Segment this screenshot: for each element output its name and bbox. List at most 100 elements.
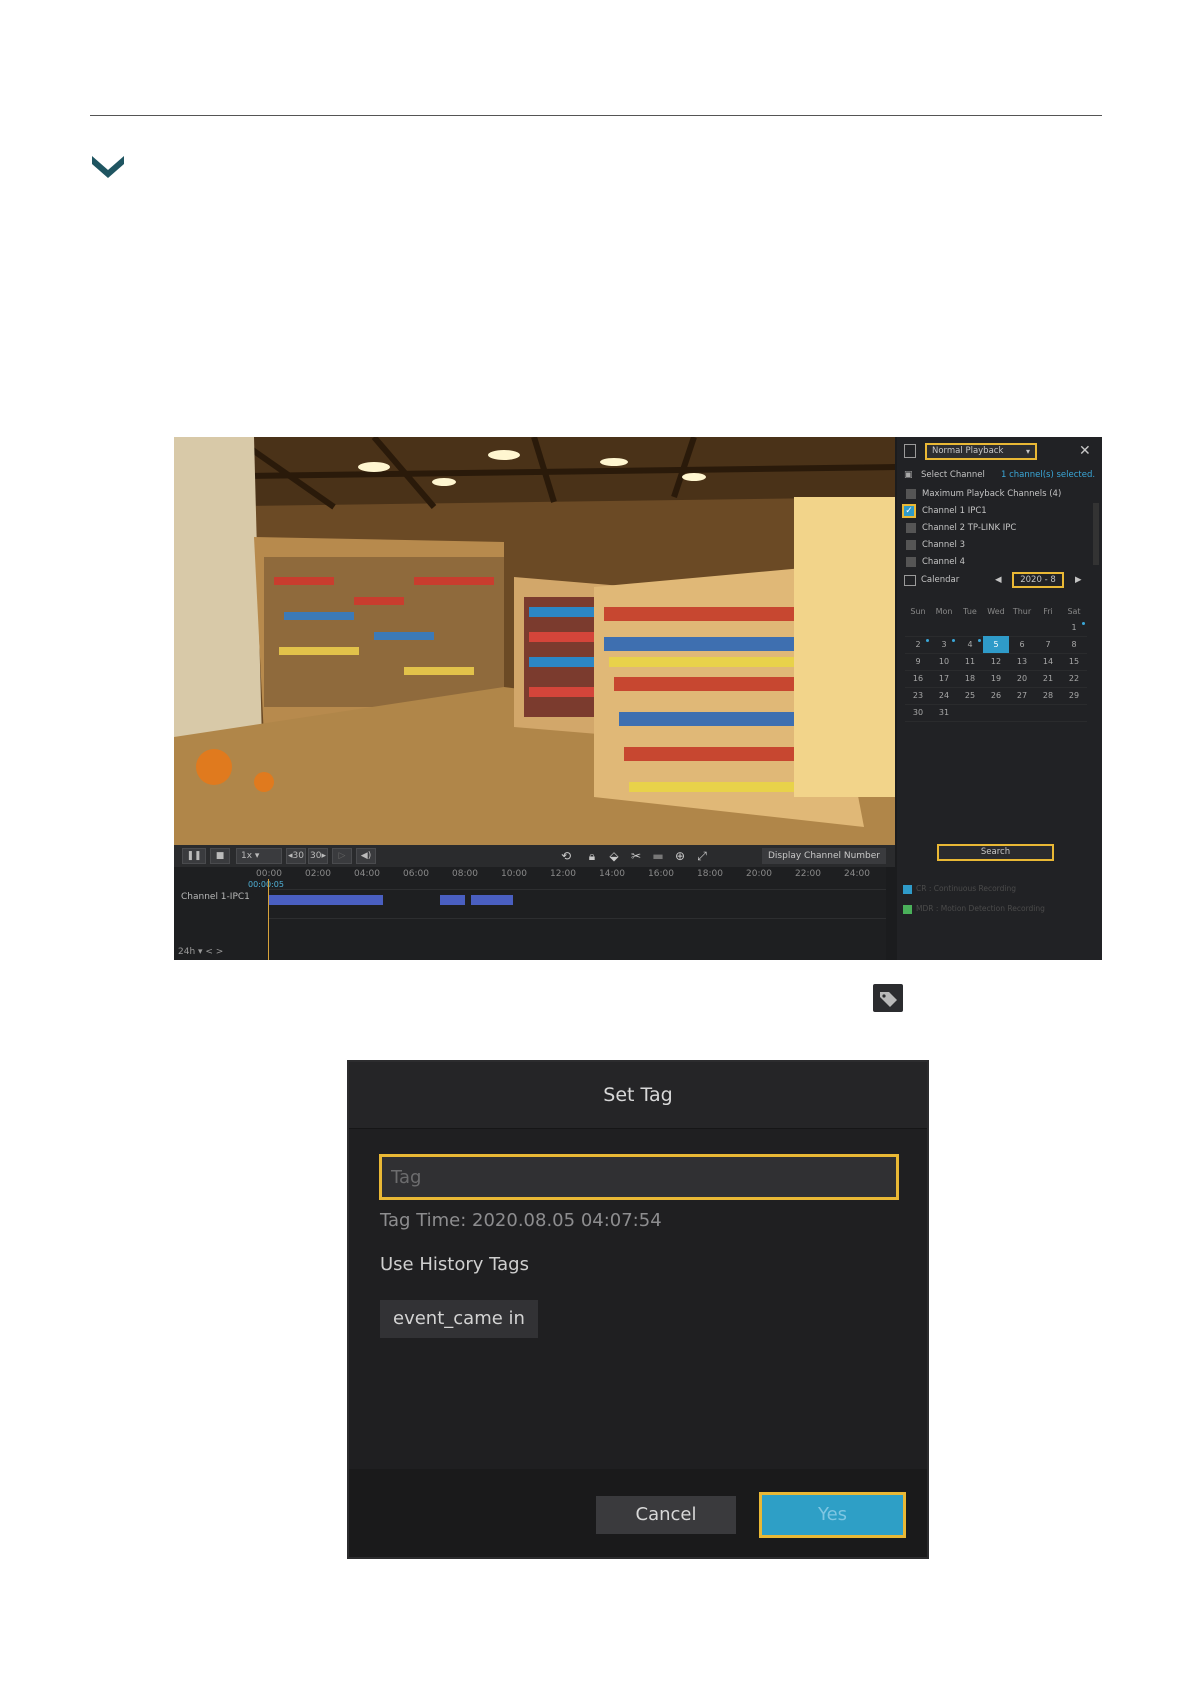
- speed-select[interactable]: 1x ▾: [236, 848, 282, 864]
- legend-motion: MDR : Motion Detection Recording: [903, 904, 1045, 914]
- recording-indicator-dot: [926, 639, 929, 642]
- recording-segment[interactable]: [440, 895, 465, 905]
- search-button[interactable]: Search: [937, 844, 1054, 861]
- channel-label: Channel 4: [922, 557, 966, 567]
- calendar-empty-cell: [1035, 704, 1061, 722]
- calendar-day[interactable]: 5: [983, 636, 1009, 654]
- fullscreen-icon[interactable]: ⤢: [694, 848, 710, 864]
- timeline-tick: 12:00: [550, 869, 576, 879]
- month-display[interactable]: 2020 - 8: [1012, 572, 1064, 588]
- display-channel-number-button[interactable]: Display Channel Number: [762, 848, 886, 864]
- calendar-day[interactable]: 14: [1035, 653, 1061, 671]
- recording-indicator-dot: [1082, 622, 1085, 625]
- timeline-tick: 10:00: [501, 869, 527, 879]
- skip-forward-button[interactable]: 30▸: [308, 848, 328, 864]
- calendar-day[interactable]: 17: [931, 670, 957, 688]
- dropdown-arrow-icon: ▾: [1025, 447, 1030, 456]
- video-view[interactable]: [174, 437, 895, 845]
- timeline-tick: 08:00: [452, 869, 478, 879]
- prev-month-icon[interactable]: ◀: [995, 575, 1002, 585]
- calendar-day[interactable]: 28: [1035, 687, 1061, 705]
- calendar-day[interactable]: 26: [983, 687, 1009, 705]
- timeline-track[interactable]: [269, 889, 886, 919]
- calendar-day[interactable]: 27: [1009, 687, 1035, 705]
- zoom-icon[interactable]: ⊕: [672, 848, 688, 864]
- calendar-empty-cell: [1009, 704, 1035, 722]
- calendar-day[interactable]: 8: [1061, 636, 1087, 654]
- checkbox[interactable]: [906, 523, 916, 533]
- tag-icon: [873, 984, 903, 1012]
- weekday-header: Wed: [987, 607, 1005, 616]
- calendar-empty-cell: [983, 619, 1009, 637]
- legend-label: MDR : Motion Detection Recording: [916, 904, 1045, 913]
- header-rule: [90, 115, 1102, 116]
- channel-scrollbar[interactable]: [1093, 503, 1099, 565]
- history-tags-label: Use History Tags: [380, 1254, 529, 1275]
- timeline-tick: 24:00: [844, 869, 870, 879]
- checkbox[interactable]: [906, 540, 916, 550]
- calendar-day[interactable]: 31: [931, 704, 957, 722]
- weekday-header: Thur: [1012, 607, 1032, 616]
- calendar-day[interactable]: 11: [957, 653, 983, 671]
- calendar-day[interactable]: 9: [905, 653, 931, 671]
- scissors-icon[interactable]: ✂: [628, 848, 644, 864]
- calendar-day[interactable]: 7: [1035, 636, 1061, 654]
- timeline-channel-label: Channel 1-IPC1: [181, 892, 250, 902]
- timeline-tick: 00:00: [256, 869, 282, 879]
- folder-icon[interactable]: ▬: [650, 848, 666, 864]
- calendar-day[interactable]: 6: [1009, 636, 1035, 654]
- timeline-tick: 22:00: [795, 869, 821, 879]
- pause-button[interactable]: ❚❚: [182, 848, 206, 864]
- calendar-day[interactable]: 13: [1009, 653, 1035, 671]
- timeline[interactable]: 00:00 02:00 04:00 06:00 08:00 10:00 12:0…: [174, 867, 886, 960]
- calendar-day[interactable]: 19: [983, 670, 1009, 688]
- legend-continuous: CR : Continuous Recording: [903, 884, 1016, 894]
- playback-toolbar: ❚❚ ■ 1x ▾ ◂30 30▸ ▷ ◀) ⟲ 🔒︎ ⬙ ✂ ▬ ⊕ ⤢ Di…: [174, 845, 895, 867]
- recording-indicator-dot: [952, 639, 955, 642]
- timeline-tick: 06:00: [403, 869, 429, 879]
- sync-icon[interactable]: ⟲: [558, 848, 574, 864]
- calendar-day[interactable]: 20: [1009, 670, 1035, 688]
- next-month-icon[interactable]: ▶: [1075, 575, 1082, 585]
- channels-selected-count: 1 channel(s) selected.: [1001, 470, 1096, 480]
- weekday-header: Fri: [1043, 607, 1053, 616]
- calendar-day[interactable]: 10: [931, 653, 957, 671]
- skip-back-button[interactable]: ◂30: [286, 848, 306, 864]
- tag-input[interactable]: [379, 1154, 899, 1200]
- checkbox[interactable]: [906, 489, 916, 499]
- calendar-day[interactable]: 12: [983, 653, 1009, 671]
- lock-icon[interactable]: 🔒︎: [584, 848, 600, 864]
- tag-icon[interactable]: ⬙: [606, 848, 622, 864]
- playhead[interactable]: [268, 879, 269, 960]
- step-forward-button[interactable]: ▷: [332, 848, 352, 864]
- timeline-zoom[interactable]: 24h ▾ < >: [178, 947, 223, 957]
- calendar-day[interactable]: 22: [1061, 670, 1087, 688]
- recording-segment[interactable]: [269, 895, 383, 905]
- timeline-tick: 16:00: [648, 869, 674, 879]
- dialog-header: Set Tag: [349, 1062, 927, 1129]
- volume-button[interactable]: ◀): [356, 848, 376, 864]
- close-icon[interactable]: ✕: [1079, 443, 1091, 459]
- calendar-day[interactable]: 23: [905, 687, 931, 705]
- legend-swatch: [903, 884, 912, 894]
- calendar-day[interactable]: 15: [1061, 653, 1087, 671]
- calendar-day[interactable]: 24: [931, 687, 957, 705]
- checkbox[interactable]: [906, 557, 916, 567]
- channel-label: Channel 2 TP-LINK IPC: [922, 523, 1017, 533]
- calendar-empty-cell: [1061, 704, 1087, 722]
- yes-button[interactable]: Yes: [759, 1492, 906, 1538]
- history-tag-chip[interactable]: event_came in: [380, 1300, 538, 1338]
- checkbox-checked[interactable]: ✓: [902, 504, 916, 518]
- calendar-day[interactable]: 29: [1061, 687, 1087, 705]
- calendar-day[interactable]: 21: [1035, 670, 1061, 688]
- playback-sidebar: Normal Playback ▾ ✕ ▣ Select Channel 1 ch…: [897, 437, 1102, 960]
- calendar-day[interactable]: 30: [905, 704, 931, 722]
- timeline-tick: 20:00: [746, 869, 772, 879]
- calendar-day[interactable]: 18: [957, 670, 983, 688]
- cancel-button[interactable]: Cancel: [596, 1496, 736, 1534]
- calendar-day[interactable]: 25: [957, 687, 983, 705]
- recording-segment[interactable]: [471, 895, 513, 905]
- stop-button[interactable]: ■: [210, 848, 230, 864]
- playback-mode-select[interactable]: Normal Playback ▾: [925, 443, 1037, 460]
- calendar-day[interactable]: 16: [905, 670, 931, 688]
